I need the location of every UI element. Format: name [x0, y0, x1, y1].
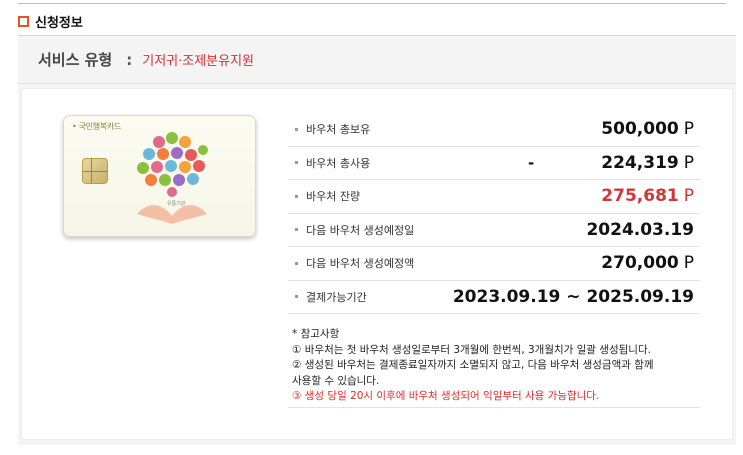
- section-header: 신청정보: [18, 12, 83, 31]
- minus-sign: -: [528, 153, 535, 172]
- voucher-value: 2024.03.19: [586, 219, 694, 240]
- notes-title: * 참고사항: [292, 328, 340, 340]
- bullet-icon: [295, 295, 298, 299]
- top-divider: [18, 3, 726, 4]
- voucher-label: 다음 바우처 생성예정일: [306, 223, 415, 237]
- voucher-label: 결제가능기간: [306, 290, 367, 304]
- voucher-row-payment-period: 결제가능기간 2023.09.19 ~ 2025.09.19: [288, 281, 700, 314]
- voucher-info-list: 바우처 총보유 500,000 P 바우처 총사용 - 224,319 P 바우처 …: [288, 113, 700, 314]
- section-title: 신청정보: [35, 16, 83, 31]
- voucher-row-next-date: 다음 바우처 생성예정일 2024.03.19: [288, 214, 700, 247]
- service-type-value: 기저귀·조제분유지원: [142, 54, 255, 69]
- voucher-balance-value: 275,681 P: [601, 186, 694, 207]
- voucher-value: 500,000 P: [601, 119, 694, 140]
- voucher-label: 바우처 총사용: [306, 156, 371, 170]
- voucher-detail-box: • 국민행복카드 유통기관 바우처 총보유 500,000 P 바우처 총사용 …: [21, 88, 733, 440]
- service-type-colon: :: [126, 50, 133, 69]
- service-type-label: 서비스 유형: [38, 51, 113, 69]
- bullet-icon: [295, 161, 298, 165]
- notes-line-3: ③ 생성 당일 20시 이후에 바우처 생성되어 익일부터 사용 가능합니다.: [292, 390, 600, 402]
- bullet-icon: [295, 228, 298, 232]
- notes-divider: [288, 407, 700, 408]
- notes-line-1: ① 바우처는 첫 바우처 생성일로부터 3개월에 한번씩, 3개월치가 일괄 생…: [292, 343, 651, 356]
- voucher-label: 다음 바우처 생성예정액: [306, 257, 415, 271]
- service-type-row: 서비스 유형 : 기저귀·조제분유지원: [18, 36, 736, 84]
- happiness-card-image: • 국민행복카드 유통기관: [63, 115, 256, 237]
- card-logo-text: • 국민행복카드: [72, 122, 122, 131]
- bullet-icon: [295, 261, 298, 265]
- voucher-value: 2023.09.19 ~ 2025.09.19: [452, 286, 694, 307]
- voucher-value: 270,000 P: [601, 253, 694, 274]
- voucher-row-total-held: 바우처 총보유 500,000 P: [288, 113, 700, 147]
- application-info-panel: 서비스 유형 : 기저귀·조제분유지원 • 국민행복카드 유통기관 바우처 총보…: [18, 35, 736, 445]
- section-square-icon: [18, 16, 29, 27]
- voucher-value: 224,319 P: [601, 152, 694, 173]
- voucher-label: 바우처 잔량: [306, 190, 361, 204]
- voucher-row-balance: 바우처 잔량 275,681 P: [288, 180, 700, 214]
- bullet-icon: [295, 194, 298, 198]
- notes-line-2: ② 생성된 바우처는 결제종료일자까지 소멸되지 않고, 다음 바우처 생성금액…: [292, 359, 654, 371]
- card-issuer-text: 유통기관: [167, 201, 186, 207]
- reference-notes: * 참고사항 ① 바우처는 첫 바우처 생성일로부터 3개월에 한번씩, 3개월…: [288, 327, 700, 405]
- voucher-label: 바우처 총보유: [306, 123, 371, 137]
- voucher-row-total-used: 바우처 총사용 - 224,319 P: [288, 147, 700, 180]
- card-chip-icon: [82, 158, 108, 184]
- voucher-row-next-amount: 다음 바우처 생성예정액 270,000 P: [288, 247, 700, 281]
- card-tree-illustration-icon: [137, 132, 208, 224]
- notes-line-2-cont: 사용할 수 있습니다.: [292, 374, 380, 387]
- bullet-icon: [295, 127, 298, 131]
